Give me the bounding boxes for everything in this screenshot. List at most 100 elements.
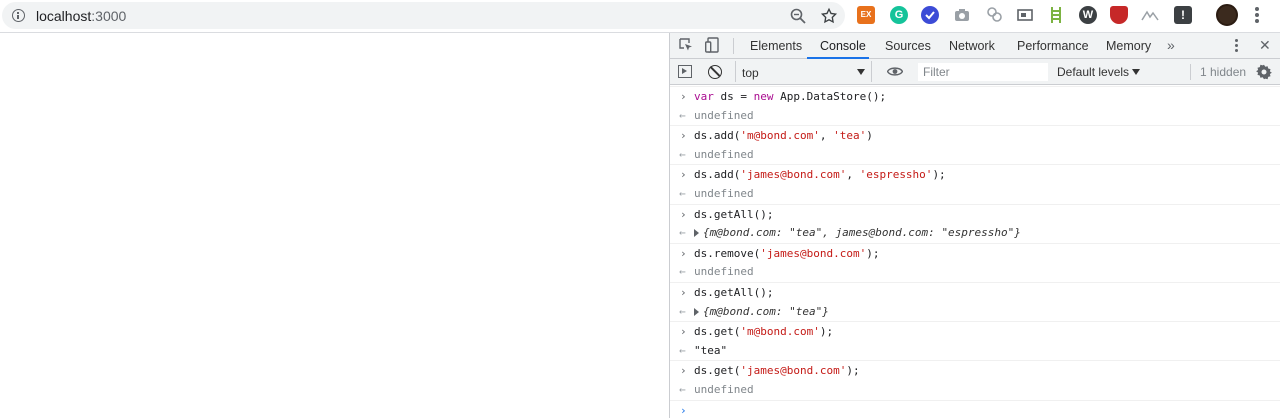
- console-text: "tea": [694, 343, 728, 357]
- console-text: "tea": [789, 226, 823, 240]
- clear-console-icon[interactable]: [708, 65, 722, 79]
- input-prompt-icon: ›: [680, 364, 687, 378]
- tab-console[interactable]: Console: [820, 39, 866, 53]
- extension-ex-icon[interactable]: EX: [857, 6, 875, 24]
- console-text: );: [819, 325, 834, 339]
- more-tabs-button[interactable]: »: [1167, 37, 1175, 53]
- toolbar-separator: [1190, 64, 1191, 80]
- context-selector[interactable]: top: [735, 61, 872, 82]
- output-arrow-icon: ←: [679, 147, 686, 161]
- console-prompt-row: ›: [670, 399, 1280, 418]
- url-text[interactable]: localhost:3000: [36, 8, 126, 24]
- exclamation-extension-icon[interactable]: !: [1174, 6, 1192, 24]
- hidden-count: 1 hidden: [1200, 65, 1247, 79]
- tab-separator: [733, 38, 734, 54]
- shield-extension-icon[interactable]: [1110, 6, 1128, 24]
- console-object-row[interactable]: ← {m@bond.com: "tea", james@bond.com: "es…: [670, 223, 1280, 243]
- show-sidebar-icon[interactable]: [678, 65, 692, 78]
- input-prompt-icon: ›: [680, 168, 687, 182]
- camera-extension-icon[interactable]: [953, 6, 971, 24]
- device-toolbar-icon[interactable]: [705, 37, 719, 53]
- console-output-row: ← undefined: [670, 184, 1280, 204]
- input-prompt-icon: ›: [680, 207, 687, 221]
- output-arrow-icon: ←: [679, 343, 686, 357]
- console-text: {m@bond.com:: [703, 304, 790, 318]
- tab-performance[interactable]: Performance: [1017, 39, 1089, 53]
- tab-elements[interactable]: Elements: [750, 39, 802, 53]
- w-extension-icon[interactable]: W: [1079, 6, 1097, 24]
- console-text: undefined: [694, 382, 754, 396]
- console-text: ds.getAll();: [694, 285, 774, 299]
- omnibox[interactable]: localhost:3000: [2, 2, 845, 29]
- profile-avatar[interactable]: [1216, 4, 1238, 26]
- screen-extension-icon[interactable]: [1016, 6, 1034, 24]
- output-arrow-icon: ←: [679, 226, 686, 240]
- console-text: ds =: [713, 90, 754, 103]
- console-text: , james@bond.com:: [822, 226, 942, 240]
- console-output-row: ← undefined: [670, 262, 1280, 282]
- console-text: ds.add(: [694, 129, 741, 143]
- expand-triangle-icon[interactable]: [694, 307, 699, 316]
- console-input-row: › var ds = new App.DataStore();: [670, 86, 1280, 106]
- tab-network[interactable]: Network: [949, 39, 995, 53]
- output-arrow-icon: ←: [679, 304, 686, 318]
- filter-input[interactable]: [918, 63, 1048, 81]
- tab-sources[interactable]: Sources: [885, 39, 931, 53]
- console-output-row: ← undefined: [670, 106, 1280, 126]
- console-text: ,: [846, 168, 860, 182]
- inspect-element-icon[interactable]: [679, 38, 693, 52]
- check-extension-icon[interactable]: [921, 6, 939, 24]
- console-text: 'm@bond.com': [740, 325, 820, 339]
- console-text: ds.get(: [694, 325, 741, 339]
- url-host: localhost: [36, 8, 92, 24]
- ladder-extension-icon[interactable]: [1047, 6, 1065, 24]
- console-text: App.DataStore();: [773, 90, 887, 103]
- devtools-menu-icon[interactable]: [1235, 39, 1238, 53]
- console-input-row: › ds.remove('james@bond.com');: [670, 242, 1280, 263]
- browser-menu-icon[interactable]: [1255, 7, 1259, 23]
- context-value: top: [742, 66, 759, 80]
- console-object-row[interactable]: ← {m@bond.com: "tea"}: [670, 302, 1280, 322]
- console-text: ): [866, 129, 873, 143]
- cloud-extension-icon[interactable]: [985, 6, 1003, 24]
- console-output[interactable]: › var ds = new App.DataStore(); ← undefined…: [670, 86, 1280, 418]
- console-text: 'james@bond.com': [740, 364, 847, 378]
- output-arrow-icon: ←: [679, 186, 686, 200]
- input-prompt-icon: ›: [680, 285, 687, 299]
- console-text: 'tea': [833, 129, 867, 143]
- chevron-down-icon: [857, 69, 865, 75]
- console-input-row: › ds.getAll();: [670, 281, 1280, 302]
- console-input-row: › ds.get('james@bond.com');: [670, 360, 1280, 380]
- output-arrow-icon: ←: [679, 265, 686, 279]
- browser-address-bar: localhost:3000 EX G W !: [0, 0, 1280, 33]
- tab-memory[interactable]: Memory: [1106, 39, 1151, 53]
- console-input-row: › ds.add('m@bond.com', 'tea'): [670, 125, 1280, 145]
- input-prompt-icon: ›: [680, 246, 687, 260]
- output-arrow-icon: ←: [679, 382, 686, 396]
- input-prompt-icon: ›: [680, 129, 687, 143]
- console-toolbar: top Default levels 1 hidden: [670, 59, 1280, 85]
- mountain-extension-icon[interactable]: [1141, 6, 1159, 24]
- grammarly-extension-icon[interactable]: G: [890, 6, 908, 24]
- log-levels-dropdown[interactable]: Default levels: [1057, 65, 1129, 79]
- gear-icon[interactable]: [1256, 64, 1272, 80]
- console-text: ds.remove(: [694, 246, 761, 260]
- console-text: "tea": [789, 304, 823, 318]
- input-prompt-icon: ›: [680, 325, 687, 339]
- console-text: var: [694, 90, 714, 103]
- expand-triangle-icon[interactable]: [694, 229, 699, 238]
- console-text: ds.getAll();: [694, 207, 774, 221]
- close-devtools-button[interactable]: ✕: [1259, 37, 1271, 54]
- input-prompt-icon: ›: [680, 90, 687, 103]
- chevron-down-icon: [1132, 69, 1140, 75]
- console-output-row: ← undefined: [670, 380, 1280, 400]
- console-prompt-icon: ›: [680, 403, 687, 417]
- console-text: 'espressho': [859, 168, 933, 182]
- console-output-row: ← "tea": [670, 341, 1280, 361]
- zoom-icon[interactable]: [790, 8, 806, 24]
- console-input-row: › ds.add('james@bond.com', 'espressho');: [670, 164, 1280, 184]
- console-text: undefined: [694, 147, 754, 161]
- star-icon[interactable]: [820, 7, 838, 25]
- live-expression-eye-icon[interactable]: [887, 66, 903, 77]
- info-icon[interactable]: [12, 9, 25, 22]
